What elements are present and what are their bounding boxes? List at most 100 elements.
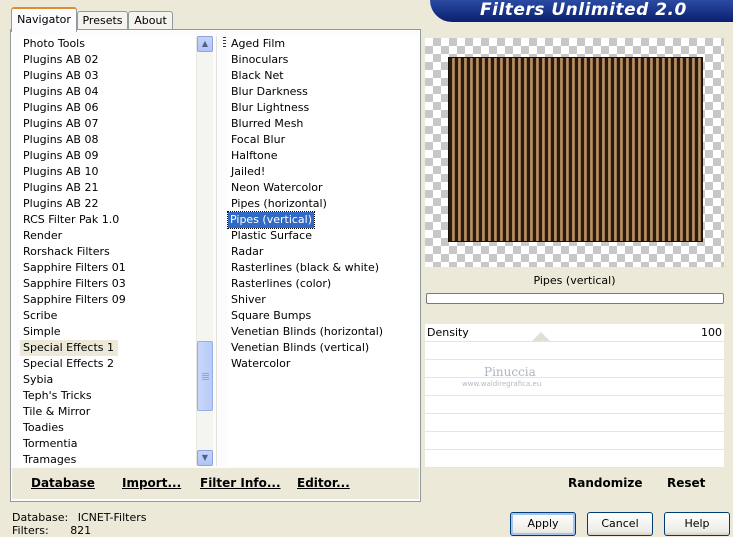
category-item[interactable]: Plugins AB 09 [20,148,196,164]
category-item[interactable]: Rorshack Filters [20,244,196,260]
filter-item[interactable]: Square Bumps [228,308,418,324]
filter-item[interactable]: Black Net [228,68,418,84]
density-value[interactable]: 100 [690,326,722,339]
reset-button[interactable]: Reset [667,476,705,490]
filters-count-status: Filters: 821 [12,524,92,537]
list-marker-icon [223,37,226,49]
category-item[interactable]: Tramages [20,452,196,466]
filter-item[interactable]: Binoculars [228,52,418,68]
category-list[interactable]: Photo Tools Plugins AB 02 Plugins AB 03 Plu… [20,36,196,466]
filter-item-label: Blurred Mesh [231,117,304,130]
category-item[interactable]: Plugins AB 10 [20,164,196,180]
filter-item[interactable]: Neon Watercolor [228,180,418,196]
category-item[interactable]: Toadies [20,420,196,436]
import-button[interactable]: Import... [122,476,181,490]
selected-filter-name: Pipes (vertical) [425,270,724,292]
category-item-label: Toadies [23,421,64,434]
category-item[interactable]: Plugins AB 08 [20,132,196,148]
tab-about[interactable]: About [128,11,173,30]
category-item-label: Tramages [23,453,77,466]
filter-item[interactable]: Jailed! [228,164,418,180]
category-item[interactable]: Special Effects 2 [20,356,196,372]
filter-item[interactable]: Rasterlines (black & white) [228,260,418,276]
scroll-down-button[interactable]: ▼ [197,450,213,466]
category-item-label: Scribe [23,309,58,322]
category-item[interactable]: Render [20,228,196,244]
filter-item[interactable]: Focal Blur [228,132,418,148]
category-item[interactable]: Teph's Tricks [20,388,196,404]
category-item[interactable]: Plugins AB 22 [20,196,196,212]
tab-presets[interactable]: Presets [77,11,128,30]
filter-item[interactable]: Rasterlines (color) [228,276,418,292]
progress-bar [426,293,724,304]
filter-item[interactable]: Halftone [228,148,418,164]
randomize-button[interactable]: Randomize [568,476,642,490]
category-item-label: Sapphire Filters 01 [23,261,126,274]
filter-item[interactable]: Radar [228,244,418,260]
cancel-button[interactable]: Cancel [587,512,653,536]
category-item[interactable]: Simple [20,324,196,340]
category-item-label: Render [23,229,63,242]
category-item-label: Plugins AB 10 [23,165,99,178]
category-item[interactable]: Sapphire Filters 01 [20,260,196,276]
preview-image [449,58,702,241]
category-item[interactable]: Tormentia [20,436,196,452]
category-item[interactable]: RCS Filter Pak 1.0 [20,212,196,228]
category-scrollbar[interactable]: ▲ ▼ [196,36,213,466]
filter-item-label: Pipes (horizontal) [231,197,327,210]
filter-item-label: Square Bumps [231,309,312,322]
category-item[interactable]: Plugins AB 04 [20,84,196,100]
editor-button[interactable]: Editor... [297,476,350,490]
category-item[interactable]: Scribe [20,308,196,324]
category-item-label: Plugins AB 22 [23,197,99,210]
filter-item-label: Radar [231,245,264,258]
category-item-label: Plugins AB 21 [23,181,99,194]
category-item[interactable]: Plugins AB 07 [20,116,196,132]
category-item[interactable]: Tile & Mirror [20,404,196,420]
filter-item[interactable]: Plastic Surface [228,228,418,244]
category-item[interactable]: Special Effects 1 [20,340,196,356]
filter-item[interactable]: Blurred Mesh [228,116,418,132]
category-item-label: Teph's Tricks [23,389,92,402]
filter-item-label: Venetian Blinds (horizontal) [231,325,384,338]
filter-item-label: Neon Watercolor [231,181,323,194]
category-item-label: Plugins AB 06 [23,101,99,114]
apply-button[interactable]: Apply [510,512,576,536]
filter-list[interactable]: Aged Film Binoculars Black Net Blur Darknes… [226,36,418,466]
category-item-label: Photo Tools [23,37,85,50]
filter-item-label: Binoculars [231,53,289,66]
category-item[interactable]: Sybia [20,372,196,388]
filter-item[interactable]: Venetian Blinds (vertical) [228,340,418,356]
database-button[interactable]: Database [31,476,95,490]
scroll-thumb[interactable] [197,341,213,411]
filter-item[interactable]: Blur Lightness [228,100,418,116]
filter-item-label: Rasterlines (black & white) [231,261,380,274]
category-item[interactable]: Plugins AB 02 [20,52,196,68]
filter-item[interactable]: Venetian Blinds (horizontal) [228,324,418,340]
category-item[interactable]: Plugins AB 06 [20,100,196,116]
filter-item[interactable]: Aged Film [228,36,418,52]
filter-item[interactable]: Watercolor [228,356,418,372]
category-item[interactable]: Photo Tools [20,36,196,52]
filter-item[interactable]: Pipes (vertical) [226,211,418,229]
help-button[interactable]: Help [664,512,730,536]
category-item[interactable]: Plugins AB 21 [20,180,196,196]
filter-item-label: Rasterlines (color) [231,277,332,290]
category-item[interactable]: Plugins AB 03 [20,68,196,84]
filter-item-label: Aged Film [231,37,286,50]
filter-item[interactable]: Pipes (horizontal) [228,196,418,212]
filter-info-button[interactable]: Filter Info... [200,476,281,490]
filter-item-label: Blur Lightness [231,101,310,114]
category-item[interactable]: Sapphire Filters 09 [20,292,196,308]
database-status: Database: ICNET-Filters [12,511,147,524]
category-item-label: Plugins AB 04 [23,85,99,98]
filter-item[interactable]: Blur Darkness [228,84,418,100]
tab-navigator[interactable]: Navigator [11,7,77,32]
category-item-label: RCS Filter Pak 1.0 [23,213,120,226]
parameter-panel [425,324,724,468]
category-item[interactable]: Sapphire Filters 03 [20,276,196,292]
scroll-up-button[interactable]: ▲ [197,36,213,52]
filter-item[interactable]: Shiver [228,292,418,308]
filter-item-label: Plastic Surface [231,229,312,242]
category-item-label: Plugins AB 03 [23,69,99,82]
